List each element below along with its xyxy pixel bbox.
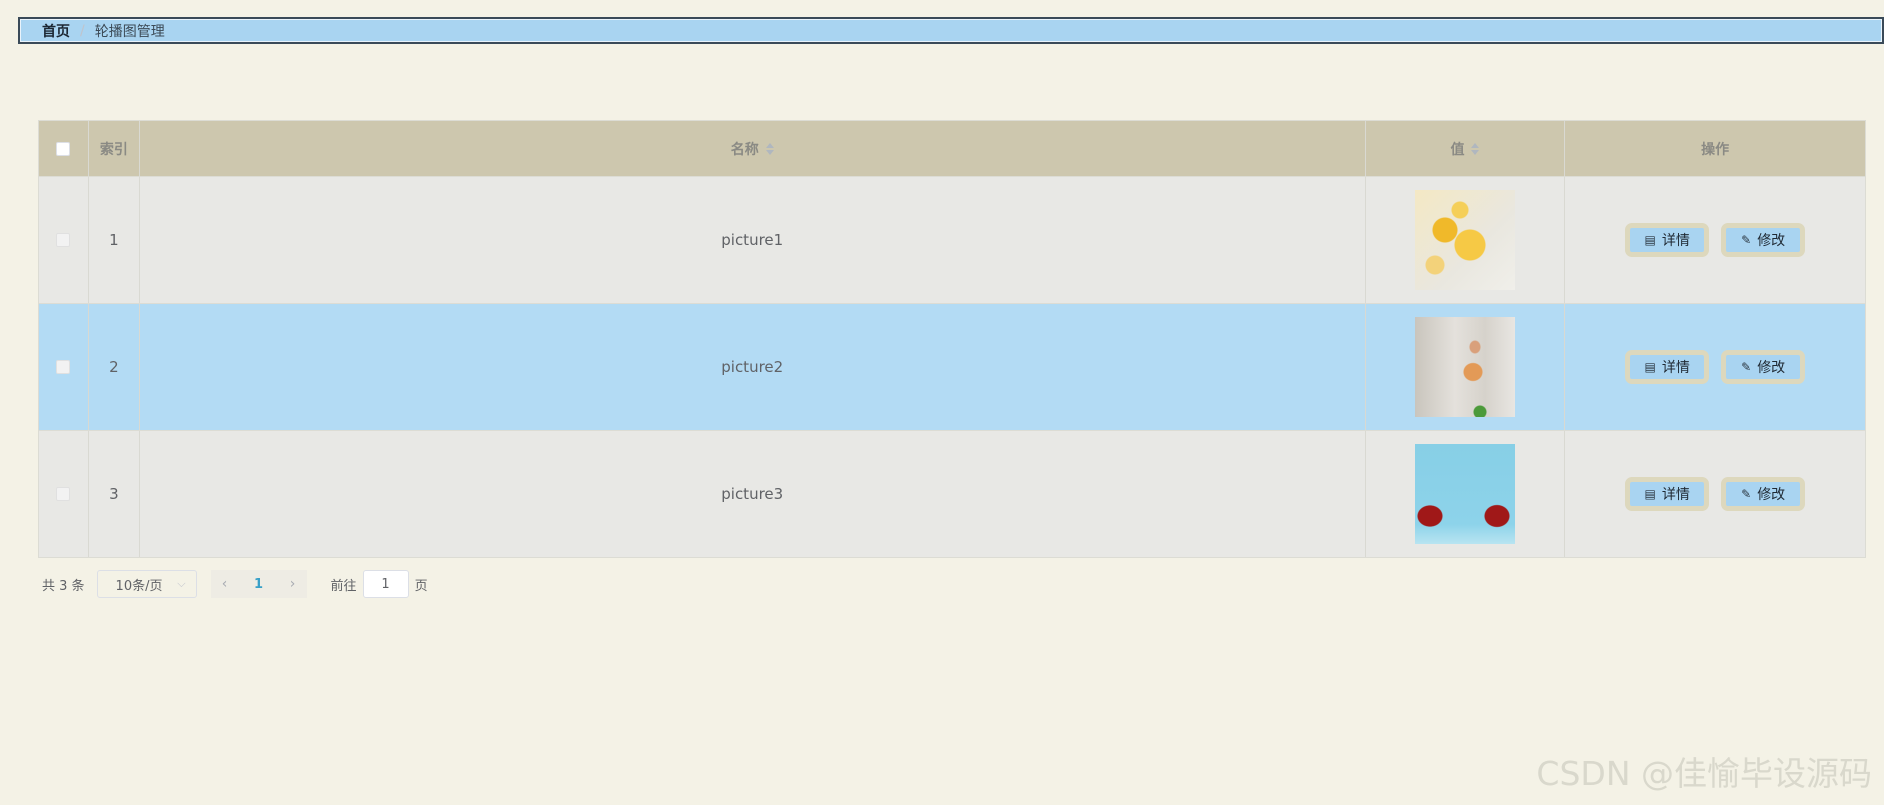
- detail-button[interactable]: ▤ 详情: [1625, 350, 1710, 384]
- pagination: 共 3 条 10条/页 ⌵ ‹ 1 › 前往 1 页: [42, 570, 428, 598]
- detail-button-label: 详情: [1661, 360, 1690, 376]
- watermark: CSDN @佳愉毕设源码: [1536, 754, 1872, 793]
- row-checkbox[interactable]: [56, 233, 71, 247]
- breadcrumb-separator: /: [80, 22, 85, 39]
- header-value-cell[interactable]: 值: [1366, 121, 1566, 176]
- document-icon: ▤: [1644, 487, 1656, 501]
- current-page-number[interactable]: 1: [238, 570, 279, 598]
- header-ops-label: 操作: [1701, 141, 1730, 158]
- sort-icon[interactable]: [1471, 142, 1480, 155]
- header-index-cell: 索引: [89, 121, 140, 176]
- row-ops-cell: ▤ 详情 ✎ 修改: [1565, 431, 1865, 557]
- detail-button-label: 详情: [1661, 233, 1690, 249]
- row-name-cell: picture3: [140, 431, 1366, 557]
- breadcrumb-current: 轮播图管理: [94, 23, 165, 40]
- row-name-cell: picture1: [140, 177, 1366, 303]
- edit-button-label: 修改: [1757, 487, 1786, 503]
- goto-page: 前往 1 页: [331, 570, 428, 598]
- carousel-table: 索引 名称 值 操作 1 picture1 ▤ 详情 ✎ 修改 2 pictur…: [38, 120, 1866, 558]
- row-ops-cell: ▤ 详情 ✎ 修改: [1565, 304, 1865, 430]
- row-index-cell: 2: [89, 304, 140, 430]
- row-index-cell: 3: [89, 431, 140, 557]
- table-row: 2 picture2 ▤ 详情 ✎ 修改: [39, 303, 1865, 430]
- detail-button[interactable]: ▤ 详情: [1625, 477, 1710, 511]
- header-name-label: 名称: [730, 141, 759, 158]
- header-select-cell: [39, 121, 89, 176]
- breadcrumb: 首页 / 轮播图管理: [18, 17, 1884, 44]
- carousel-thumbnail[interactable]: [1414, 444, 1515, 544]
- carousel-thumbnail[interactable]: [1414, 317, 1515, 417]
- row-name: picture2: [721, 358, 784, 376]
- goto-suffix: 页: [414, 578, 428, 594]
- sort-icon[interactable]: [765, 142, 774, 155]
- edit-button[interactable]: ✎ 修改: [1721, 223, 1806, 257]
- edit-button-label: 修改: [1757, 233, 1786, 249]
- breadcrumb-home[interactable]: 首页: [42, 21, 70, 41]
- row-name-cell: picture2: [140, 304, 1366, 430]
- header-ops-cell: 操作: [1565, 121, 1865, 176]
- prev-page-button[interactable]: ‹: [210, 570, 239, 598]
- header-name-cell[interactable]: 名称: [140, 121, 1366, 176]
- row-checkbox[interactable]: [56, 487, 71, 501]
- edit-button[interactable]: ✎ 修改: [1721, 477, 1806, 511]
- pencil-icon: ✎: [1741, 233, 1752, 247]
- row-name: picture3: [721, 485, 784, 503]
- row-value-cell: [1366, 431, 1566, 557]
- table-row: 3 picture3 ▤ 详情 ✎ 修改: [39, 430, 1865, 557]
- row-name: picture1: [721, 231, 784, 249]
- chevron-down-icon: ⌵: [177, 577, 186, 590]
- edit-button-label: 修改: [1757, 360, 1786, 376]
- header-value-label: 值: [1450, 141, 1465, 158]
- page-size-value: 10条/页: [115, 578, 163, 594]
- row-index: 3: [109, 485, 119, 503]
- document-icon: ▤: [1644, 233, 1656, 247]
- total-count: 共 3 条: [42, 578, 85, 594]
- pencil-icon: ✎: [1741, 487, 1752, 501]
- row-select-cell: [39, 304, 89, 430]
- carousel-thumbnail[interactable]: [1414, 190, 1515, 290]
- document-icon: ▤: [1644, 360, 1656, 374]
- page-size-select[interactable]: 10条/页 ⌵: [96, 570, 197, 598]
- next-page-button[interactable]: ›: [278, 570, 307, 598]
- goto-prefix: 前往: [330, 578, 357, 594]
- select-all-checkbox[interactable]: [56, 141, 71, 156]
- row-select-cell: [39, 431, 89, 557]
- pencil-icon: ✎: [1741, 360, 1752, 374]
- detail-button-label: 详情: [1661, 487, 1690, 503]
- row-index: 1: [109, 231, 119, 249]
- header-index-label: 索引: [99, 141, 128, 158]
- detail-button[interactable]: ▤ 详情: [1625, 223, 1710, 257]
- row-index-cell: 1: [89, 177, 140, 303]
- edit-button[interactable]: ✎ 修改: [1721, 350, 1806, 384]
- row-ops-cell: ▤ 详情 ✎ 修改: [1565, 177, 1865, 303]
- goto-page-input[interactable]: 1: [362, 570, 409, 598]
- row-value-cell: [1366, 304, 1566, 430]
- row-value-cell: [1366, 177, 1566, 303]
- table-header: 索引 名称 值 操作: [39, 121, 1865, 176]
- row-index: 2: [109, 358, 119, 376]
- row-checkbox[interactable]: [56, 360, 71, 374]
- row-select-cell: [39, 177, 89, 303]
- table-row: 1 picture1 ▤ 详情 ✎ 修改: [39, 176, 1865, 303]
